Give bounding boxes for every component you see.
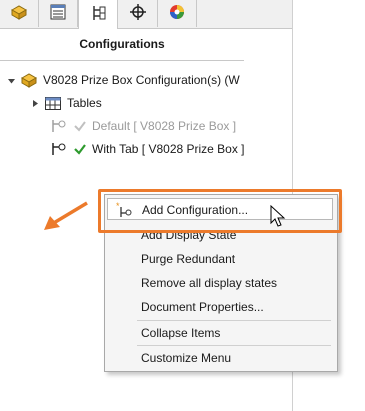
- property-list-icon: [49, 3, 67, 24]
- manager-tab-bar: [0, 0, 292, 29]
- menu-separator: [137, 345, 331, 346]
- crosshair-icon: [129, 3, 147, 24]
- configuration-icon: [50, 118, 68, 134]
- config-label: With Tab [ V8028 Prize Box ]: [92, 142, 245, 156]
- annotation-arrow-icon: [44, 201, 88, 230]
- feature-manager-tab[interactable]: [0, 0, 39, 27]
- menu-item-label: Purge Redundant: [141, 252, 236, 266]
- configuration-icon: [50, 141, 68, 157]
- annotation-highlight-box: [98, 189, 342, 233]
- menu-item-remove-display-states[interactable]: Remove all display states: [107, 272, 333, 294]
- title-divider: [0, 60, 244, 61]
- menu-separator: [137, 320, 331, 321]
- menu-item-label: Document Properties...: [141, 300, 264, 314]
- display-manager-tab[interactable]: [158, 0, 197, 27]
- menu-item-label: Remove all display states: [141, 276, 278, 290]
- part-icon: [20, 72, 38, 88]
- menu-item-document-properties[interactable]: Document Properties...: [107, 296, 333, 318]
- menu-item-purge-redundant[interactable]: Purge Redundant: [107, 248, 333, 270]
- part-icon: [9, 3, 29, 24]
- menu-item-customize-menu[interactable]: Customize Menu: [107, 347, 333, 369]
- expand-chevron-icon[interactable]: [30, 98, 40, 108]
- configuration-tree-icon: [89, 4, 107, 25]
- collapse-chevron-icon[interactable]: [6, 75, 16, 85]
- config-label: Default [ V8028 Prize Box ]: [92, 119, 237, 133]
- tables-folder-icon: [44, 95, 62, 111]
- property-manager-tab[interactable]: [39, 0, 78, 27]
- dimxpert-tab[interactable]: [119, 0, 158, 27]
- active-check-icon: [73, 142, 87, 156]
- configuration-manager-tab[interactable]: [78, 0, 118, 29]
- menu-item-collapse-items[interactable]: Collapse Items: [107, 322, 333, 344]
- menu-item-label: Customize Menu: [141, 351, 232, 365]
- tree-item-config-with-tab[interactable]: With Tab [ V8028 Prize Box ]: [50, 139, 245, 159]
- tables-label: Tables: [67, 96, 102, 110]
- tree-root-configurations[interactable]: V8028 Prize Box Configuration(s) (W: [6, 70, 240, 90]
- tree-item-config-default[interactable]: Default [ V8028 Prize Box ]: [50, 116, 236, 136]
- color-wheel-icon: [168, 3, 186, 24]
- inactive-check-icon: [73, 119, 87, 133]
- tree-item-tables[interactable]: Tables: [30, 93, 102, 113]
- tree-root-label: V8028 Prize Box Configuration(s) (W: [43, 73, 240, 87]
- menu-item-label: Collapse Items: [141, 326, 221, 340]
- mouse-cursor-icon: [270, 205, 286, 227]
- panel-title: Configurations: [79, 37, 165, 51]
